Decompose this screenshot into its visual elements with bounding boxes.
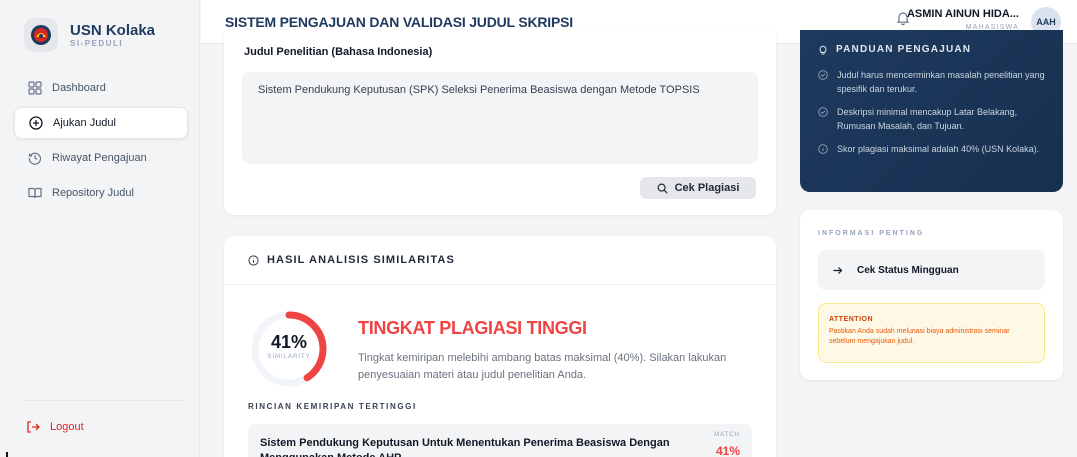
- guide-item-text: Deskripsi minimal mencakup Latar Belakan…: [837, 107, 1018, 131]
- guide-item-text: Skor plagiasi maksimal adalah 40% (USN K…: [837, 144, 1040, 154]
- sidebar: USN Kolaka SI-PEDULI Dashboard Ajukan Ju…: [0, 0, 200, 457]
- risk-description: Tingkat kemiripan melebihi ambang batas …: [358, 352, 727, 381]
- brand-subtitle: SI-PEDULI: [70, 39, 124, 48]
- brand[interactable]: USN Kolaka SI-PEDULI: [0, 0, 199, 56]
- sidebar-item-label: Riwayat Pengajuan: [52, 152, 147, 164]
- sidebar-item-label: Repository Judul: [52, 187, 134, 199]
- logout-label: Logout: [50, 421, 84, 433]
- brand-name: USN Kolaka: [70, 22, 156, 39]
- user-name: ASMIN AINUN HIDA...: [906, 8, 1019, 20]
- title-field-label: Judul Penelitian (Bahasa Indonesia): [244, 46, 433, 58]
- plus-circle-icon: [29, 116, 43, 130]
- attention-heading: ATTENTION: [829, 316, 874, 323]
- info-icon: [248, 254, 259, 266]
- title-textarea[interactable]: Sistem Pendukung Keputusan (SPK) Seleksi…: [242, 72, 758, 164]
- check-circle-icon: [818, 70, 828, 80]
- match-label: MATCH: [714, 432, 740, 438]
- guide-item-text: Judul harus mencerminkan masalah penelit…: [837, 70, 1045, 94]
- search-icon: [657, 183, 668, 194]
- grid-icon: [28, 81, 42, 95]
- result-heading-text: HASIL ANALISIS SIMILARITAS: [267, 254, 455, 266]
- mouse-cursor: [6, 452, 8, 457]
- sidebar-item-repository[interactable]: Repository Judul: [14, 177, 188, 209]
- history-icon: [28, 152, 42, 165]
- attention-text: Pastikan Anda sudah melunasi biaya admin…: [829, 328, 1010, 345]
- guide-list: Judul harus mencerminkan masalah penelit…: [818, 68, 1052, 165]
- weekly-status-button[interactable]: Cek Status Mingguan: [818, 250, 1045, 290]
- page-title: SISTEM PENGAJUAN DAN VALIDASI JUDUL SKRI…: [225, 13, 573, 30]
- logout-icon: [27, 421, 40, 433]
- similarity-label: SIMILARITY: [267, 354, 311, 360]
- sidebar-item-label: Dashboard: [52, 82, 106, 94]
- result-heading: HASIL ANALISIS SIMILARITAS: [248, 254, 455, 266]
- arrow-right-icon: [833, 266, 843, 274]
- info-title: INFORMASI PENTING: [818, 230, 925, 237]
- similarity-percent: 41%: [270, 332, 308, 352]
- weekly-status-label: Cek Status Mingguan: [857, 264, 959, 276]
- match-title: Sistem Pendukung Keputusan Untuk Menentu…: [260, 437, 670, 457]
- check-plagiarism-button[interactable]: Cek Plagiasi: [640, 177, 756, 199]
- sidebar-divider: [22, 400, 185, 401]
- user-info[interactable]: ASMIN AINUN HIDA... MAHASISWA: [907, 8, 1019, 31]
- sidebar-item-ajukan-judul[interactable]: Ajukan Judul: [14, 107, 188, 139]
- guide-title-text: PANDUAN PENGAJUAN: [836, 44, 972, 55]
- similarity-result-card: HASIL ANALISIS SIMILARITAS 41% SIMILARIT…: [224, 236, 776, 457]
- lightbulb-icon: [819, 45, 827, 54]
- info-circle-icon: [818, 144, 828, 154]
- title-form-card: Judul Penelitian (Bahasa Indonesia) Sist…: [224, 30, 776, 215]
- logout-button[interactable]: Logout: [26, 420, 84, 434]
- match-list-item[interactable]: Sistem Pendukung Keputusan Untuk Menentu…: [248, 424, 752, 457]
- check-circle-icon: [818, 107, 828, 117]
- submission-guide-panel: PANDUAN PENGAJUAN Judul harus mencermink…: [800, 30, 1063, 192]
- sidebar-item-riwayat[interactable]: Riwayat Pengajuan: [14, 142, 188, 174]
- sidebar-item-label: Ajukan Judul: [53, 117, 116, 129]
- risk-level-title: TINGKAT PLAGIASI TINGGI: [358, 318, 587, 338]
- attention-box: ATTENTION Pastikan Anda sudah melunasi b…: [818, 303, 1045, 363]
- sidebar-nav: Dashboard Ajukan Judul Riwayat Pengajuan…: [14, 72, 188, 212]
- important-info-card: INFORMASI PENTING Cek Status Mingguan AT…: [800, 210, 1063, 380]
- divider: [224, 284, 776, 285]
- guide-item: Judul harus mencerminkan masalah penelit…: [818, 68, 1052, 96]
- sidebar-item-dashboard[interactable]: Dashboard: [14, 72, 188, 104]
- match-value: 41%: [715, 444, 740, 457]
- check-plagiarism-label: Cek Plagiasi: [674, 182, 740, 194]
- university-logo: [24, 18, 58, 52]
- guide-item: Deskripsi minimal mencakup Latar Belakan…: [818, 105, 1052, 133]
- guide-title: PANDUAN PENGAJUAN: [818, 44, 971, 55]
- guide-item: Skor plagiasi maksimal adalah 40% (USN K…: [818, 142, 1052, 156]
- book-open-icon: [28, 187, 42, 199]
- details-heading: RINCIAN KEMIRIPAN TERTINGGI: [248, 402, 417, 411]
